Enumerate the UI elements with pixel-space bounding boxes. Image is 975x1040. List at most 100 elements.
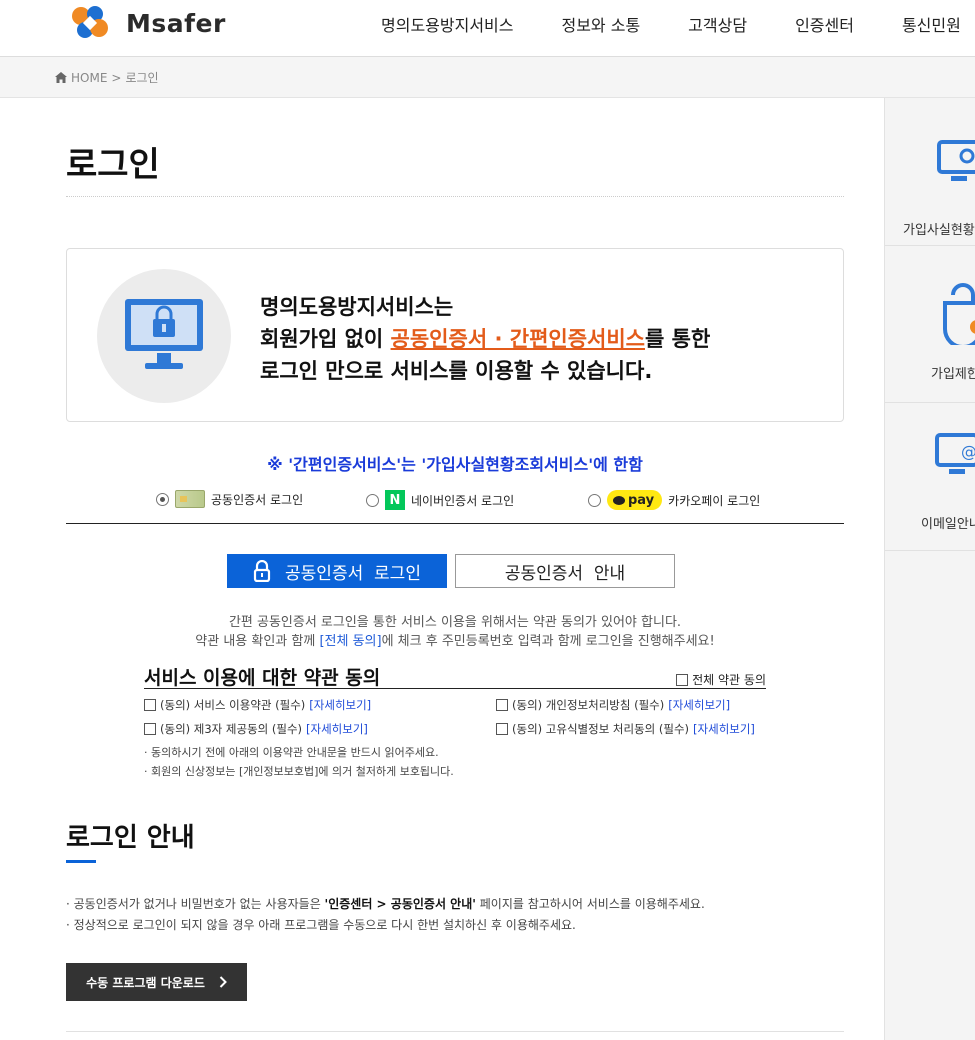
svg-text:@: @	[961, 442, 975, 461]
guide-cert-path: '인증센터 > 공동인증서 안내'	[324, 897, 476, 911]
all-agree-link[interactable]: [전체 동의]	[319, 634, 381, 649]
radio-certificate[interactable]	[156, 492, 169, 506]
term-label: (동의) 서비스 이용약관 (필수)	[160, 698, 306, 712]
certificate-guide-label: 공동인증서 안내	[504, 563, 626, 584]
logo-text: Msafer	[126, 8, 226, 38]
breadcrumb-separator: >	[111, 70, 122, 85]
all-agree-label: 전체 약관 동의	[692, 673, 766, 687]
desc-line-2-suffix: 에 체크 후 주민등록번호 입력과 함께 로그인을 진행해주세요!	[381, 634, 715, 649]
intro-illustration	[97, 269, 231, 403]
login-method-selector: 공동인증서 로그인 N 네이버인증서 로그인 pay 카카오페이 로그인	[66, 486, 844, 524]
term-service[interactable]: (동의) 서비스 이용약관 (필수) [자세히보기]	[144, 697, 371, 713]
naver-icon: N	[385, 490, 405, 510]
guide-line-1-suffix: 페이지를 참고하시어 서비스를 이용해주세요.	[475, 897, 705, 911]
home-icon[interactable]	[55, 72, 67, 83]
certificate-card-icon	[175, 490, 205, 508]
lock-shield-icon	[943, 283, 975, 345]
nav-item-identity-protection[interactable]: 명의도용방지서비스	[381, 12, 513, 36]
terms-note: · 동의하시기 전에 아래의 이용약관 안내문을 반드시 읽어주세요.	[144, 746, 439, 759]
nav-item-support[interactable]: 고객상담	[688, 12, 747, 36]
sidebar-item-subscription-status[interactable]: 가입사실현황	[885, 98, 975, 246]
method-certificate[interactable]: 공동인증서 로그인	[156, 490, 303, 508]
method-label: 카카오페이 로그인	[668, 493, 761, 508]
login-guide-title: 로그인 안내	[66, 823, 195, 853]
sidebar-item-label: 가입제한	[931, 367, 975, 382]
breadcrumb-home[interactable]: HOME	[71, 71, 107, 85]
terms-description: 간편 공동인증서 로그인을 통한 서비스 이용을 위해서는 약관 동의가 있어야…	[66, 613, 844, 651]
certificate-guide-button[interactable]: 공동인증서 안내	[455, 554, 675, 588]
kakaopay-icon-text: pay	[628, 492, 655, 508]
sidebar-item-restriction[interactable]: 가입제한	[885, 255, 975, 403]
term-label: (동의) 개인정보처리방침 (필수)	[512, 698, 665, 712]
term-detail-link[interactable]: [자세히보기]	[306, 721, 368, 737]
manual-download-label: 수동 프로그램 다운로드	[86, 975, 205, 990]
chevron-right-icon	[219, 976, 227, 988]
intro-line-2-text: 회원가입 없이	[260, 327, 391, 351]
radio-naver[interactable]	[366, 493, 379, 507]
term-detail-link[interactable]: [자세히보기]	[309, 697, 371, 713]
intro-highlight: 공동인증서 · 간편인증서비스	[390, 327, 645, 351]
nav-item-cert-center[interactable]: 인증센터	[795, 12, 854, 36]
term-unique-id[interactable]: (동의) 고유식별정보 처리동의 (필수) [자세히보기]	[496, 721, 755, 737]
guide-title-underline	[66, 860, 96, 863]
term-checkbox[interactable]	[496, 723, 508, 735]
all-agree-checkbox[interactable]: 전체 약관 동의	[676, 671, 766, 688]
lock-icon	[253, 560, 271, 582]
sidebar-item-email[interactable]: @ 이메일안내	[885, 403, 975, 551]
guide-line-1: · 공동인증서가 없거나 비밀번호가 없는 사용자들은 '인증센터 > 공동인증…	[66, 895, 705, 912]
intro-box: 명의도용방지서비스는 회원가입 없이 공동인증서 · 간편인증서비스를 통한 로…	[66, 248, 844, 422]
term-checkbox[interactable]	[144, 699, 156, 711]
term-label: (동의) 제3자 제공동의 (필수)	[160, 722, 303, 736]
guide-line-2: · 정상적으로 로그인이 되지 않을 경우 아래 프로그램을 수동으로 다시 한…	[66, 918, 576, 932]
all-agree-box[interactable]	[676, 673, 689, 686]
method-label: 공동인증서 로그인	[211, 492, 304, 507]
term-detail-link[interactable]: [자세히보기]	[693, 721, 755, 737]
terms-title: 서비스 이용에 대한 약관 동의	[144, 667, 381, 689]
logo-mark-icon	[72, 6, 108, 38]
title-divider	[66, 196, 844, 197]
nav-item-complaints[interactable]: 통신민원	[902, 12, 961, 36]
site-header: Msafer 명의도용방지서비스 정보와 소통 고객상담 인증센터 통신민원	[0, 0, 975, 57]
breadcrumb-current: 로그인	[125, 71, 159, 85]
quick-sidebar: 가입사실현황 가입제한 @ 이메일안내	[884, 98, 975, 1040]
certificate-login-button[interactable]: 공동인증서 로그인	[227, 554, 447, 588]
kakaopay-icon: pay	[607, 490, 663, 510]
manual-download-button[interactable]: 수동 프로그램 다운로드	[66, 963, 247, 1001]
intro-line-2: 회원가입 없이 공동인증서 · 간편인증서비스를 통한	[260, 323, 710, 355]
method-label: 네이버인증서 로그인	[411, 493, 515, 508]
term-detail-link[interactable]: [자세히보기]	[668, 697, 730, 713]
monitor-search-icon	[937, 140, 975, 181]
term-privacy[interactable]: (동의) 개인정보처리방침 (필수) [자세히보기]	[496, 697, 730, 713]
method-naver[interactable]: N 네이버인증서 로그인	[366, 490, 514, 510]
terms-header: 서비스 이용에 대한 약관 동의 전체 약관 동의	[144, 663, 766, 689]
simple-auth-notice: ※ '간편인증서비스'는 '가입사실현황조회서비스'에 한함	[267, 455, 643, 474]
intro-text: 명의도용방지서비스는 회원가입 없이 공동인증서 · 간편인증서비스를 통한 로…	[260, 291, 710, 387]
terms-note: · 회원의 신상정보는 [개인정보보호법]에 의거 철저하게 보호됩니다.	[144, 765, 454, 778]
intro-line-1: 명의도용방지서비스는	[260, 295, 454, 319]
logo[interactable]: Msafer	[66, 4, 226, 42]
breadcrumb-bar: HOME > 로그인	[0, 57, 975, 98]
monitor-email-icon: @	[935, 433, 975, 474]
intro-line-3: 로그인 만으로 서비스를 이용할 수 있습니다.	[260, 359, 653, 383]
term-checkbox[interactable]	[496, 699, 508, 711]
desc-line-2: 약관 내용 확인과 함께 [전체 동의]에 체크 후 주민등록번호 입력과 함께…	[66, 632, 844, 651]
desc-line-1: 간편 공동인증서 로그인을 통한 서비스 이용을 위해서는 약관 동의가 있어야…	[228, 615, 682, 630]
desc-line-2-text: 약관 내용 확인과 함께	[195, 634, 320, 649]
sidebar-item-label: 가입사실현황	[903, 223, 975, 238]
breadcrumb: HOME > 로그인	[55, 69, 159, 86]
nav-item-info[interactable]: 정보와 소통	[561, 12, 640, 36]
sidebar-item-label: 이메일안내	[921, 517, 975, 532]
radio-kakaopay[interactable]	[588, 493, 601, 507]
intro-line-2-suffix: 를 통한	[645, 327, 711, 351]
term-third-party[interactable]: (동의) 제3자 제공동의 (필수) [자세히보기]	[144, 721, 368, 737]
content-bottom-divider	[66, 1031, 844, 1032]
guide-line-1-text: · 공동인증서가 없거나 비밀번호가 없는 사용자들은	[66, 897, 325, 911]
kakao-bubble-icon	[613, 495, 625, 505]
term-checkbox[interactable]	[144, 723, 156, 735]
secure-monitor-icon	[125, 299, 203, 369]
page-title: 로그인	[66, 145, 160, 185]
certificate-login-label: 공동인증서 로그인	[285, 563, 421, 584]
main-nav: 명의도용방지서비스 정보와 소통 고객상담 인증센터 통신민원	[381, 12, 975, 36]
method-kakaopay[interactable]: pay 카카오페이 로그인	[588, 490, 760, 510]
term-label: (동의) 고유식별정보 처리동의 (필수)	[512, 722, 690, 736]
